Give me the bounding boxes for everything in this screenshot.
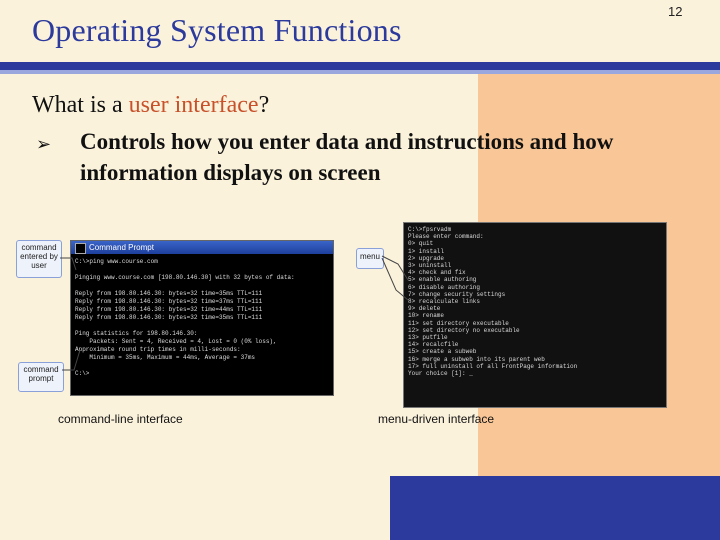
question-prefix: What is a (32, 92, 129, 118)
menu-output-line: 15> create a subweb (408, 348, 477, 356)
command-prompt-titlebar: Command Prompt (71, 241, 333, 254)
menu-output-line: 13> putfile (408, 334, 448, 342)
caption-command-line: command-line interface (58, 412, 183, 426)
console-output-line: C:\> (75, 370, 90, 377)
menu-output-line: 4> check and fix (408, 269, 466, 277)
command-prompt-window: Command Prompt C:\>ping www.course.com P… (70, 240, 334, 396)
title-divider-light (0, 70, 720, 74)
console-output-line: Packets: Sent = 4, Received = 4, Lost = … (75, 338, 277, 345)
bottom-accent-block (390, 476, 720, 540)
menu-output-line: 5> enable authoring (408, 276, 477, 284)
menu-output-line: 0> quit (408, 240, 434, 248)
page-number: 12 (668, 4, 683, 19)
menu-output-line: 8> recalculate links (408, 298, 481, 306)
menu-output-line: Please enter command: (408, 233, 484, 241)
menu-output-line: 14> recalcfile (408, 341, 459, 349)
console-output-line: Reply from 198.80.146.30: bytes=32 time=… (75, 314, 263, 321)
slide-title: Operating System Functions (32, 12, 402, 48)
menu-output-line: 9> delete (408, 305, 441, 313)
question-suffix: ? (258, 92, 270, 118)
callout-command-entered: command entered by user (16, 240, 62, 278)
console-output-line: Minimum = 35ms, Maximum = 44ms, Average … (75, 354, 256, 361)
title-divider (0, 62, 720, 70)
console-output-line: Ping statistics for 198.80.146.30: (75, 330, 198, 337)
callout-menu: menu (356, 248, 384, 269)
menu-output-line: 16> merge a subweb into its parent web (408, 355, 545, 363)
menu-output-line: Your choice [1]: _ (408, 370, 473, 378)
bullet-arrow-icon: ➢ (36, 134, 52, 154)
menu-output-line: 11> set directory executable (408, 319, 509, 327)
console-output-line: C:\>ping www.course.com (75, 258, 158, 265)
callout-command-prompt: command prompt (18, 362, 64, 392)
menu-output-line: 7> change security settings (408, 290, 506, 298)
console-output-line: Reply from 198.80.146.30: bytes=32 time=… (75, 306, 263, 313)
bullet-text: Controls how you enter data and instruct… (80, 129, 614, 185)
command-prompt-title: Command Prompt (89, 243, 154, 252)
menu-output-line: C:\>fpsrvadm (408, 226, 452, 233)
menu-output-line: 10> rename (408, 312, 445, 320)
menu-output-line: 12> set directory no executable (408, 326, 520, 334)
console-output-line: Approximate round trip times in milli-se… (75, 346, 241, 353)
menu-output-line: 2> upgrade (408, 254, 445, 262)
console-output-line: Pinging www.course.com [198.80.146.30] w… (75, 274, 295, 281)
menu-output-line: 6> disable authoring (408, 283, 481, 291)
console-output-line: Reply from 198.80.146.30: bytes=32 time=… (75, 298, 263, 305)
question-heading: What is a user interface? (32, 92, 269, 119)
menu-output-line: 1> install (408, 247, 445, 255)
menu-output-line: 17> full uninstall of all FrontPage info… (408, 362, 578, 370)
console-output-line: Reply from 198.80.146.30: bytes=32 time=… (75, 290, 263, 297)
command-prompt-output: C:\>ping www.course.com Pinging www.cour… (71, 254, 333, 382)
menu-driven-output: C:\>fpsrvadm Please enter command: 0> quit… (404, 223, 666, 380)
question-highlight: user interface (128, 92, 259, 118)
menu-output-line: 3> uninstall (408, 262, 452, 270)
menu-driven-window: C:\>fpsrvadm Please enter command: 0> quit… (403, 222, 667, 408)
console-icon (75, 243, 86, 254)
caption-menu-driven: menu-driven interface (378, 412, 495, 426)
